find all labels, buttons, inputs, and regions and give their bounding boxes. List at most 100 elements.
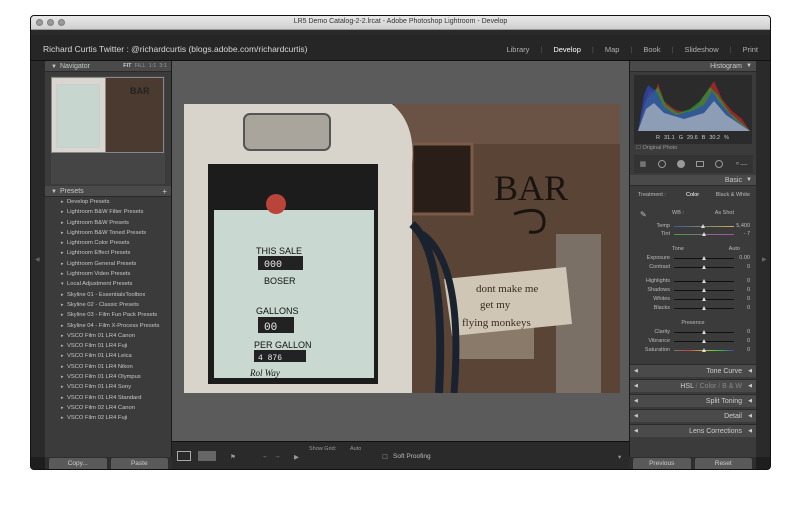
show-grid-select[interactable]: Auto	[350, 446, 361, 452]
navigator-preview[interactable]: BAR	[51, 76, 165, 184]
module-library[interactable]: Library	[506, 45, 529, 54]
detail-header[interactable]: ◀ Detail ◀	[630, 409, 756, 422]
preset-folder-item[interactable]: Skyline 01 - EssentialsToolbox	[45, 292, 171, 302]
highlights-knob[interactable]	[702, 279, 706, 283]
whites-value[interactable]: 0	[730, 296, 750, 302]
preset-folder-item[interactable]: VSCO Film 01 LR4 Leica	[45, 353, 171, 363]
split-toning-header[interactable]: ◀ Split Toning ◀	[630, 394, 756, 407]
left-panel-toggle[interactable]: ◀	[31, 61, 45, 457]
toolbar-menu-chevron-icon[interactable]: ▾	[618, 453, 621, 461]
blacks-track[interactable]	[674, 306, 734, 310]
paste-button[interactable]: Paste	[110, 458, 168, 469]
module-print[interactable]: Print	[743, 45, 758, 54]
before-after-button[interactable]	[198, 451, 216, 461]
tone-auto-button[interactable]: Auto	[729, 246, 740, 252]
zoom-fit[interactable]: FIT	[123, 63, 131, 69]
soft-proofing-checkbox[interactable]: ☐	[382, 453, 388, 461]
contrast-track[interactable]	[674, 265, 734, 269]
hsl-header[interactable]: ◀ HSL / Color / B & W ◀	[630, 379, 756, 392]
module-map[interactable]: Map	[605, 45, 620, 54]
tab-bw[interactable]: B & W	[722, 383, 742, 390]
highlights-track[interactable]	[674, 279, 734, 283]
preset-folder-item[interactable]: VSCO Film 01 LR4 Nikon	[45, 364, 171, 374]
tone-curve-header[interactable]: ◀ Tone Curve ◀	[630, 364, 756, 377]
previous-button[interactable]: Previous	[633, 458, 691, 469]
module-develop[interactable]: Develop	[553, 45, 581, 54]
preset-folder-item[interactable]: Skyline 04 - Film X-Process Presets	[45, 323, 171, 333]
blacks-value[interactable]: 0	[730, 305, 750, 311]
lens-corrections-header[interactable]: ◀ Lens Corrections ◀	[630, 424, 756, 437]
zoom-1-1[interactable]: 1:1	[149, 63, 157, 69]
copy-button[interactable]: Copy...	[49, 458, 107, 469]
zoom-fill[interactable]: FILL	[135, 63, 146, 69]
preset-folder-item[interactable]: Develop Presets	[45, 199, 171, 209]
clarity-track[interactable]	[674, 330, 734, 334]
vibrance-value[interactable]: 0	[730, 338, 750, 344]
shadows-track[interactable]	[674, 288, 734, 292]
radial-filter-icon[interactable]	[715, 160, 724, 168]
contrast-value[interactable]: 0	[730, 264, 750, 270]
graduated-filter-icon[interactable]	[696, 161, 704, 167]
temp-value[interactable]: 5,400	[730, 223, 750, 229]
preset-folder-item[interactable]: VSCO Film 01 LR4 Olympus	[45, 374, 171, 384]
presets-header[interactable]: ▼ Presets +	[45, 186, 171, 197]
tint-knob[interactable]	[702, 232, 706, 236]
exposure-value[interactable]: 0.00	[730, 255, 750, 261]
spot-removal-tool-icon[interactable]	[657, 160, 666, 168]
module-slideshow[interactable]: Slideshow	[684, 45, 718, 54]
blacks-knob[interactable]	[702, 306, 706, 310]
treatment-bw-option[interactable]: Black & White	[716, 192, 750, 198]
add-preset-button[interactable]: +	[162, 186, 167, 197]
whites-knob[interactable]	[702, 297, 706, 301]
whites-track[interactable]	[674, 297, 734, 301]
vibrance-track[interactable]	[674, 339, 734, 343]
preset-folder-item[interactable]: Local Adjustment Presets	[45, 281, 171, 291]
wb-select[interactable]: As Shot	[715, 210, 734, 216]
histogram[interactable]: R 31.1 G 29.6 B 30.2%	[634, 75, 752, 144]
basic-header[interactable]: Basic ▼	[630, 175, 756, 186]
preset-folder-item[interactable]: VSCO Film 01 LR4 Fuji	[45, 343, 171, 353]
saturation-track[interactable]	[674, 348, 734, 352]
loupe-view-button[interactable]	[177, 451, 191, 461]
navigator-header[interactable]: ▼ Navigator FIT FILL 1:1 3:1	[45, 61, 171, 72]
module-book[interactable]: Book	[643, 45, 660, 54]
red-eye-tool-icon[interactable]	[676, 160, 685, 168]
highlights-value[interactable]: 0	[730, 278, 750, 284]
saturation-value[interactable]: 0	[730, 347, 750, 353]
shadows-value[interactable]: 0	[730, 287, 750, 293]
preset-folder-item[interactable]: VSCO Film 01 LR4 Canon	[45, 333, 171, 343]
preset-folder-item[interactable]: Skyline 03 - Film Fun Pack Presets	[45, 312, 171, 322]
soft-proofing-label[interactable]: Soft Proofing	[393, 453, 431, 460]
reset-button[interactable]: Reset	[694, 458, 752, 469]
contrast-knob[interactable]	[702, 265, 706, 269]
exposure-knob[interactable]	[702, 256, 706, 260]
temp-track[interactable]	[674, 224, 734, 228]
image-view[interactable]: THIS SALE 000 BOSER GALLONS 00 PER GALLO…	[172, 61, 629, 441]
preset-folder-item[interactable]: Lightroom B&W Presets	[45, 220, 171, 230]
preset-folder-item[interactable]: VSCO Film 01 LR4 Standard	[45, 395, 171, 405]
vibrance-knob[interactable]	[702, 339, 706, 343]
flag-icon[interactable]: ⚑	[230, 453, 236, 461]
preset-folder-item[interactable]: Lightroom Color Presets	[45, 240, 171, 250]
preset-folder-item[interactable]: Lightroom Effect Presets	[45, 250, 171, 260]
temp-knob[interactable]	[701, 224, 705, 228]
adjustment-brush-icon[interactable]: ⚬—	[735, 160, 748, 168]
zoom-3-1[interactable]: 3:1	[159, 63, 167, 69]
photo-preview[interactable]: THIS SALE 000 BOSER GALLONS 00 PER GALLO…	[184, 104, 620, 393]
tab-color[interactable]: Color	[700, 383, 717, 390]
saturation-knob[interactable]	[702, 348, 706, 352]
preset-folder-item[interactable]: Skyline 02 - Classic Presets	[45, 302, 171, 312]
tint-value[interactable]: - 7	[730, 231, 750, 237]
shadows-knob[interactable]	[702, 288, 706, 292]
wb-eyedropper-icon[interactable]: ✎	[640, 210, 647, 219]
preset-folder-item[interactable]: VSCO Film 01 LR4 Sony	[45, 384, 171, 394]
treatment-color-option[interactable]: Color	[686, 192, 699, 198]
preset-folder-item[interactable]: Lightroom General Presets	[45, 261, 171, 271]
preset-folder-item[interactable]: VSCO Film 02 LR4 Canon	[45, 405, 171, 415]
play-slideshow-icon[interactable]: ▶	[294, 453, 299, 461]
previous-arrow-icon[interactable]: ←	[262, 453, 269, 460]
preset-folder-item[interactable]: Lightroom B&W Toned Presets	[45, 230, 171, 240]
clarity-knob[interactable]	[702, 330, 706, 334]
tint-track[interactable]	[674, 232, 734, 236]
clarity-value[interactable]: 0	[730, 329, 750, 335]
